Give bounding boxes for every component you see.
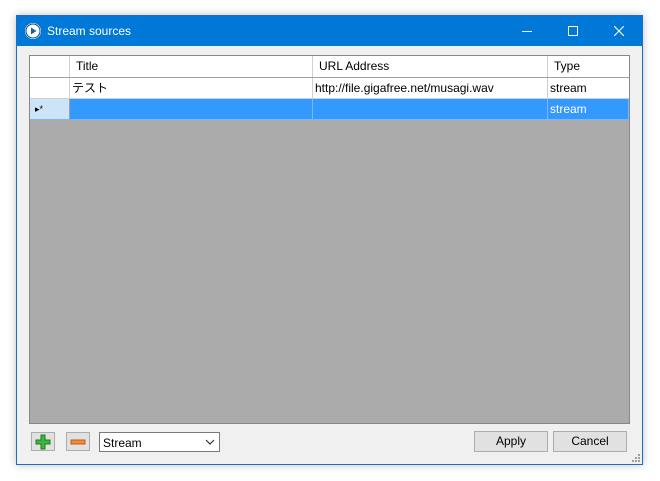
row-header[interactable]: [30, 78, 70, 99]
table-row-new-selected[interactable]: ▸* stream: [30, 99, 629, 120]
maximize-icon: [568, 26, 578, 36]
minimize-button[interactable]: [504, 16, 550, 46]
source-type-value: Stream: [103, 436, 142, 450]
url-cell[interactable]: http://file.gigafree.net/musagi.wav: [313, 78, 548, 99]
type-cell[interactable]: stream: [548, 99, 629, 120]
resize-grip-icon[interactable]: [631, 453, 641, 463]
close-icon: [614, 26, 624, 36]
stream-sources-grid[interactable]: Title URL Address Type テスト http://file.g…: [29, 55, 630, 424]
column-header-url[interactable]: URL Address: [313, 56, 548, 77]
minus-icon: [70, 439, 86, 444]
play-app-icon: [25, 23, 41, 39]
table-row[interactable]: テスト http://file.gigafree.net/musagi.wav …: [30, 78, 629, 99]
column-header-title[interactable]: Title: [70, 56, 313, 77]
grid-header: Title URL Address Type: [30, 56, 629, 78]
chevron-down-icon: [205, 439, 215, 445]
apply-button[interactable]: Apply: [474, 431, 548, 452]
title-cell[interactable]: テスト: [70, 78, 313, 99]
remove-row-button[interactable]: [66, 432, 90, 451]
source-type-select[interactable]: Stream: [99, 432, 220, 452]
type-cell[interactable]: stream: [548, 78, 629, 99]
minimize-icon: [522, 31, 532, 32]
cancel-button[interactable]: Cancel: [553, 431, 627, 452]
stream-sources-dialog: Stream sources Title URL Address Type テス…: [16, 15, 643, 465]
row-header-corner[interactable]: [30, 56, 70, 77]
add-row-button[interactable]: [31, 432, 55, 451]
title-cell[interactable]: [70, 99, 313, 120]
plus-icon: [35, 434, 51, 449]
close-button[interactable]: [596, 16, 642, 46]
window-title: Stream sources: [47, 24, 132, 38]
title-bar[interactable]: Stream sources: [17, 16, 642, 46]
url-cell[interactable]: [313, 99, 548, 120]
maximize-button[interactable]: [550, 16, 596, 46]
new-row-marker[interactable]: ▸*: [30, 99, 70, 120]
column-header-type[interactable]: Type: [548, 56, 629, 77]
